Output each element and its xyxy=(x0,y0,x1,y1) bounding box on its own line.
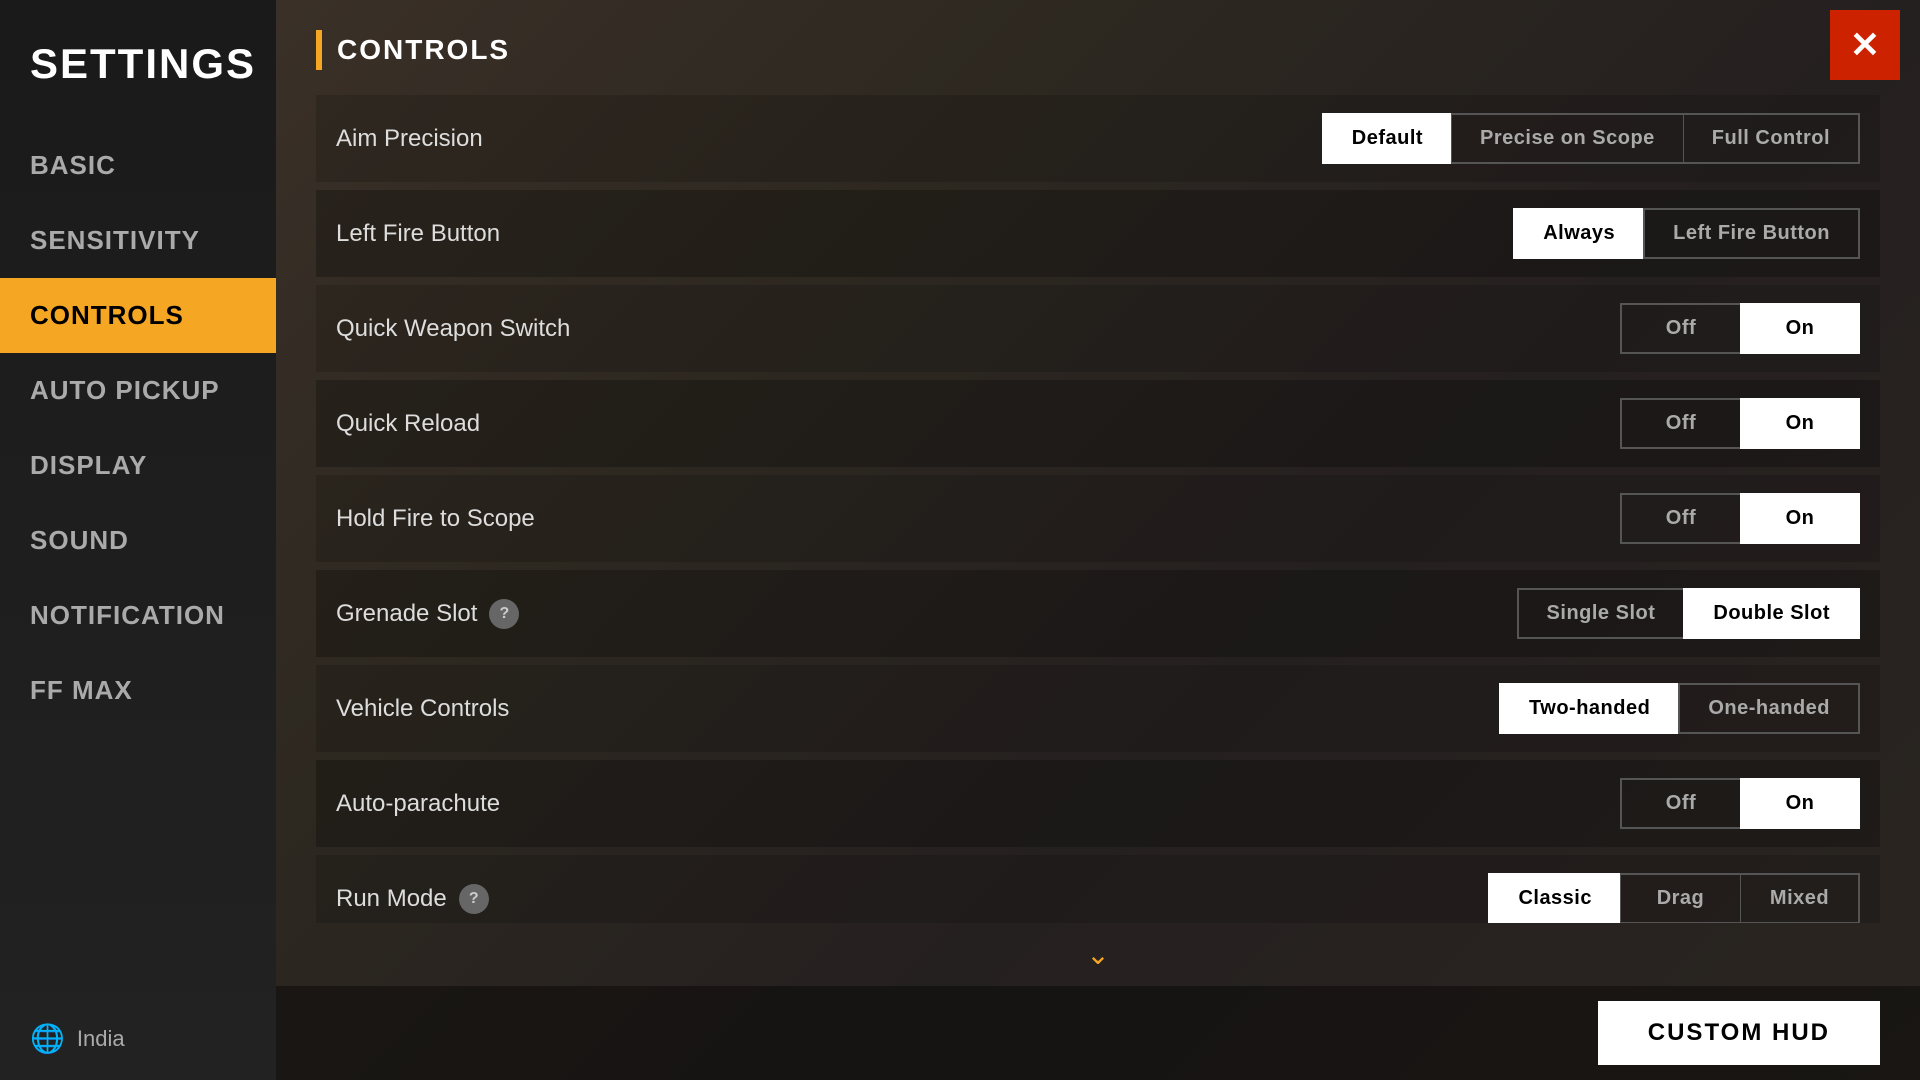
aim-precision-full[interactable]: Full Control xyxy=(1683,113,1860,164)
chevron-down-icon: ⌄ xyxy=(1086,938,1109,971)
quick-reload-on[interactable]: On xyxy=(1740,398,1860,449)
section-header: CONTROLS xyxy=(316,30,1880,70)
setting-row-grenade-slot: Grenade Slot ? Single Slot Double Slot xyxy=(316,570,1880,657)
setting-row-aim-precision: Aim Precision Default Precise on Scope F… xyxy=(316,95,1880,182)
setting-row-hold-fire: Hold Fire to Scope Off On xyxy=(316,475,1880,562)
setting-row-run-mode: Run Mode ? Classic Drag Mixed xyxy=(316,855,1880,923)
vehicle-controls-label: Vehicle Controls xyxy=(336,695,1499,723)
grenade-double[interactable]: Double Slot xyxy=(1683,588,1860,639)
vehicle-controls-controls: Two-handed One-handed xyxy=(1499,683,1860,734)
aim-precision-precise[interactable]: Precise on Scope xyxy=(1451,113,1683,164)
sidebar-item-controls[interactable]: CONTROLS xyxy=(0,278,276,353)
hold-fire-off[interactable]: Off xyxy=(1620,493,1740,544)
scroll-indicator: ⌄ xyxy=(276,923,1920,986)
left-fire-always[interactable]: Always xyxy=(1513,208,1643,259)
quick-weapon-on[interactable]: On xyxy=(1740,303,1860,354)
run-mode-classic[interactable]: Classic xyxy=(1488,873,1620,923)
section-title: CONTROLS xyxy=(337,34,510,66)
sidebar-item-basic[interactable]: BASIC xyxy=(0,128,276,203)
globe-icon: 🌐 xyxy=(30,1022,65,1055)
vehicle-one-handed[interactable]: One-handed xyxy=(1678,683,1860,734)
hold-fire-controls: Off On xyxy=(1620,493,1860,544)
close-icon: ✕ xyxy=(1850,24,1880,66)
quick-reload-label: Quick Reload xyxy=(336,410,1620,438)
parachute-off[interactable]: Off xyxy=(1620,778,1740,829)
sidebar-item-sound[interactable]: SOUND xyxy=(0,503,276,578)
sidebar-item-display[interactable]: DISPLAY xyxy=(0,428,276,503)
grenade-slot-help-icon[interactable]: ? xyxy=(489,599,519,629)
sidebar-item-auto-pickup[interactable]: AUTO PICKUP xyxy=(0,353,276,428)
sidebar-footer: 🌐 India xyxy=(0,997,276,1080)
section-indicator xyxy=(316,30,322,70)
main-content: ✕ CONTROLS Aim Precision Default Precise… xyxy=(276,0,1920,1080)
quick-weapon-off[interactable]: Off xyxy=(1620,303,1740,354)
run-mode-drag[interactable]: Drag xyxy=(1620,873,1740,923)
setting-row-quick-weapon: Quick Weapon Switch Off On xyxy=(316,285,1880,372)
grenade-slot-controls: Single Slot Double Slot xyxy=(1517,588,1860,639)
sidebar-item-notification[interactable]: NOTIFICATION xyxy=(0,578,276,653)
quick-weapon-label: Quick Weapon Switch xyxy=(336,315,1620,343)
run-mode-label: Run Mode ? xyxy=(336,884,1488,914)
settings-title: SETTINGS xyxy=(0,20,276,128)
left-fire-label: Left Fire Button xyxy=(336,220,1513,248)
setting-row-vehicle: Vehicle Controls Two-handed One-handed xyxy=(316,665,1880,752)
quick-reload-off[interactable]: Off xyxy=(1620,398,1740,449)
parachute-controls: Off On xyxy=(1620,778,1860,829)
auto-parachute-label: Auto-parachute xyxy=(336,790,1620,818)
sidebar-item-ff-max[interactable]: FF MAX xyxy=(0,653,276,728)
quick-reload-controls: Off On xyxy=(1620,398,1860,449)
sidebar: SETTINGS BASIC SENSITIVITY CONTROLS AUTO… xyxy=(0,0,276,1080)
run-mode-controls: Classic Drag Mixed xyxy=(1488,873,1860,923)
grenade-slot-label: Grenade Slot ? xyxy=(336,599,1517,629)
grenade-single[interactable]: Single Slot xyxy=(1517,588,1684,639)
left-fire-controls: Always Left Fire Button xyxy=(1513,208,1860,259)
vehicle-two-handed[interactable]: Two-handed xyxy=(1499,683,1678,734)
aim-precision-label: Aim Precision xyxy=(336,125,1322,153)
aim-precision-controls: Default Precise on Scope Full Control xyxy=(1322,113,1860,164)
close-button[interactable]: ✕ xyxy=(1830,10,1900,80)
region-label: India xyxy=(77,1026,125,1052)
left-fire-button-opt[interactable]: Left Fire Button xyxy=(1643,208,1860,259)
custom-hud-button[interactable]: CUSTOM HUD xyxy=(1598,1001,1880,1065)
settings-panel: CONTROLS Aim Precision Default Precise o… xyxy=(276,0,1920,923)
run-mode-mixed[interactable]: Mixed xyxy=(1740,873,1860,923)
setting-row-parachute: Auto-parachute Off On xyxy=(316,760,1880,847)
aim-precision-default[interactable]: Default xyxy=(1322,113,1451,164)
setting-row-left-fire: Left Fire Button Always Left Fire Button xyxy=(316,190,1880,277)
quick-weapon-controls: Off On xyxy=(1620,303,1860,354)
parachute-on[interactable]: On xyxy=(1740,778,1860,829)
hold-fire-on[interactable]: On xyxy=(1740,493,1860,544)
setting-row-quick-reload: Quick Reload Off On xyxy=(316,380,1880,467)
hold-fire-label: Hold Fire to Scope xyxy=(336,505,1620,533)
sidebar-item-sensitivity[interactable]: SENSITIVITY xyxy=(0,203,276,278)
custom-hud-bar: CUSTOM HUD xyxy=(276,986,1920,1080)
run-mode-help-icon[interactable]: ? xyxy=(459,884,489,914)
